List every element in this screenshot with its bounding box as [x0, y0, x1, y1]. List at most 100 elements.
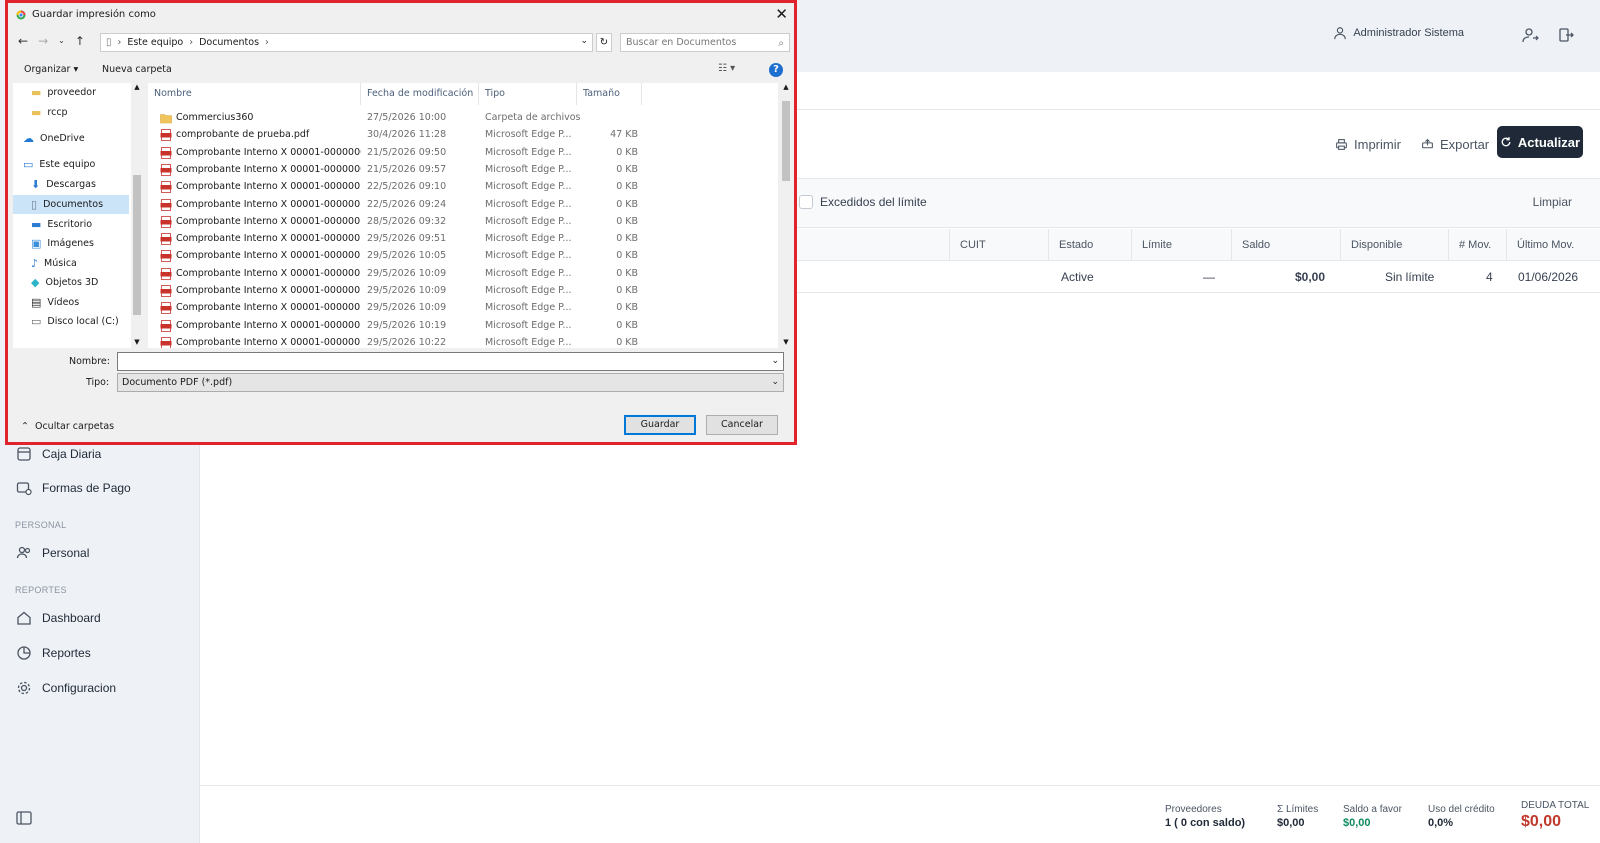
nav-item-label: Disco local (C:)	[47, 316, 119, 327]
scroll-thumb[interactable]	[782, 101, 790, 181]
address-bar[interactable]: ▯ › Este equipo › Documentos › ⌄	[100, 33, 593, 52]
file-name: Comprobante Interno X 00001-00000013....	[176, 233, 361, 245]
nav-item[interactable]: ▭ Disco local (C:)	[13, 312, 129, 331]
document-icon: ▯	[106, 37, 112, 48]
file-row[interactable]: Comprobante Interno X 00001-00000015....…	[148, 266, 778, 283]
back-arrow-icon[interactable]: ←	[18, 34, 28, 48]
sidebar-item-personal[interactable]: Personal	[16, 545, 89, 561]
summary-footer: Proveedores 1 ( 0 con saldo) Σ Límites $…	[200, 785, 1600, 843]
organize-menu[interactable]: Organizar ▾	[24, 64, 78, 75]
save-button[interactable]: Guardar	[624, 415, 696, 435]
file-row[interactable]: Commercius360 27/5/2026 10:00 Carpeta de a…	[148, 110, 778, 127]
nav-item-label: proveedor	[47, 87, 97, 98]
breadcrumb-documentos[interactable]: Documentos	[199, 37, 259, 48]
file-date: 29/5/2026 10:05	[367, 250, 447, 262]
nav-item-label: Este equipo	[39, 159, 96, 170]
clear-filters-button[interactable]: Limpiar	[1533, 195, 1572, 209]
file-name: Comprobante Interno X 00001-00000016....	[176, 285, 361, 296]
stat-label: Saldo a favor	[1343, 804, 1402, 815]
file-row[interactable]: Comprobante Interno X 00001-00000008....…	[148, 145, 778, 162]
exceeded-limit-label: Excedidos del límite	[820, 195, 927, 209]
hide-folders-toggle[interactable]: ⌃ Ocultar carpetas	[21, 421, 114, 432]
column-header-tipo[interactable]: Tipo	[479, 83, 577, 105]
scroll-up-icon[interactable]: ▲	[131, 83, 143, 91]
nav-item[interactable]: ▬ Escritorio	[13, 215, 129, 234]
chevron-down-icon[interactable]: ⌄	[771, 374, 779, 391]
user-switch-icon[interactable]	[1521, 26, 1539, 44]
nav-item[interactable]: ⬇ Descargas	[13, 175, 129, 194]
column-header-saldo[interactable]: Saldo	[1231, 229, 1340, 261]
user-menu[interactable]: Administrador Sistema	[1333, 26, 1464, 40]
export-button[interactable]: Exportar	[1421, 128, 1489, 160]
file-scrollbar[interactable]: ▲ ▼	[778, 83, 794, 348]
sidebar-collapse-icon[interactable]	[16, 811, 32, 825]
sidebar-item-dashboard[interactable]: Dashboard	[16, 610, 101, 626]
sidebar-item-caja-diaria[interactable]: Caja Diaria	[16, 446, 101, 462]
file-row[interactable]: Comprobante Interno X 00001-00000017....…	[148, 300, 778, 317]
dropdown-arrow-icon: ▾	[73, 64, 79, 75]
search-input[interactable]: Buscar en Documentos ⌕	[620, 33, 790, 52]
nav-item[interactable]: ☁ OneDrive	[13, 129, 129, 148]
column-header-estado[interactable]: Estado	[1048, 229, 1131, 261]
file-row[interactable]: comprobante de prueba.pdf 30/4/2026 11:28…	[148, 127, 778, 144]
scroll-thumb[interactable]	[133, 175, 141, 315]
file-row[interactable]: Comprobante Interno X 00001-00000013....…	[148, 231, 778, 248]
nav-item[interactable]: ▬ proveedor	[13, 83, 129, 102]
logout-icon[interactable]	[1557, 26, 1575, 44]
exceeded-limit-checkbox[interactable]	[799, 195, 813, 209]
column-header-mov[interactable]: # Mov.	[1448, 229, 1506, 261]
scroll-down-icon[interactable]: ▼	[131, 338, 143, 346]
chevron-down-icon[interactable]: ⌄	[580, 36, 588, 46]
navigation-scrollbar[interactable]: ▲ ▼	[131, 83, 143, 348]
recent-chevron-icon[interactable]: ⌄	[58, 34, 65, 48]
file-size: 0 KB	[616, 233, 638, 245]
new-folder-button[interactable]: Nueva carpeta	[102, 64, 172, 75]
nav-item[interactable]: ◆ Objetos 3D	[13, 273, 129, 292]
nav-item[interactable]: ▭ Este equipo	[13, 155, 129, 174]
file-list: Nombre Fecha de modificación Tipo Tamaño…	[148, 83, 794, 348]
file-row[interactable]: Comprobante Interno X 00001-00000011....…	[148, 197, 778, 214]
sidebar-item-formas-de-pago[interactable]: Formas de Pago	[16, 480, 131, 496]
file-row[interactable]: Comprobante Interno X 00001-00000018....…	[148, 318, 778, 335]
cancel-button[interactable]: Cancelar	[706, 415, 778, 435]
file-name: Comprobante Interno X 00001-00000019....	[176, 336, 361, 348]
column-header-fecha[interactable]: Fecha de modificación	[361, 83, 479, 105]
pictures-icon: ▣	[31, 237, 42, 250]
close-icon[interactable]: ✕	[775, 5, 788, 23]
nav-item[interactable]: ▬ rccp	[13, 103, 129, 122]
filetype-select[interactable]: Documento PDF (*.pdf) ⌄	[117, 373, 784, 392]
scroll-up-icon[interactable]: ▲	[778, 83, 794, 91]
file-row[interactable]: Comprobante Interno X 00001-00000010....…	[148, 179, 778, 196]
nav-item[interactable]: ▣ Imágenes	[13, 234, 129, 253]
breadcrumb-este-equipo[interactable]: Este equipo	[127, 37, 183, 48]
column-header-tamano[interactable]: Tamaño	[577, 83, 642, 105]
filename-input[interactable]: ⌄	[117, 352, 784, 371]
column-header-limite[interactable]: Límite	[1131, 229, 1231, 261]
print-button[interactable]: Imprimir	[1335, 128, 1401, 160]
sidebar-item-configuracion[interactable]: Configuracion	[16, 680, 116, 696]
help-icon[interactable]: ?	[769, 63, 783, 77]
up-arrow-icon[interactable]: ↑	[75, 34, 85, 48]
column-header-disponible[interactable]: Disponible	[1340, 229, 1448, 261]
file-row[interactable]: Comprobante Interno X 00001-00000012....…	[148, 214, 778, 231]
file-size: 0 KB	[616, 336, 638, 348]
nav-item[interactable]: ▤ Vídeos	[13, 293, 129, 312]
refresh-button[interactable]: Actualizar	[1497, 126, 1583, 158]
nav-item[interactable]: ▯ Documentos	[13, 195, 129, 214]
column-header-nombre[interactable]: Nombre	[148, 83, 361, 105]
file-row[interactable]: Comprobante Interno X 00001-00000009....…	[148, 162, 778, 179]
forward-arrow-icon[interactable]: →	[38, 34, 48, 48]
file-row[interactable]: Comprobante Interno X 00001-00000019....…	[148, 335, 778, 348]
scroll-down-icon[interactable]: ▼	[778, 338, 794, 346]
file-row[interactable]: Comprobante Interno X 00001-00000016....…	[148, 283, 778, 300]
stat-total-debt: DEUDA TOTAL $0,00	[1521, 800, 1589, 831]
chevron-down-icon[interactable]: ⌄	[771, 353, 779, 370]
column-header-ultimo-mov[interactable]: Último Mov.	[1506, 229, 1600, 261]
file-type: Microsoft Edge P...	[485, 233, 572, 245]
file-row[interactable]: Comprobante Interno X 00001-00000014....…	[148, 248, 778, 265]
column-header-cuit[interactable]: CUIT	[949, 229, 1048, 261]
refresh-icon[interactable]: ↻	[596, 33, 612, 52]
view-options-icon[interactable]: ☷ ▾	[718, 63, 735, 74]
nav-item[interactable]: ♪ Música	[13, 254, 129, 273]
sidebar-item-reportes[interactable]: Reportes	[16, 645, 91, 661]
